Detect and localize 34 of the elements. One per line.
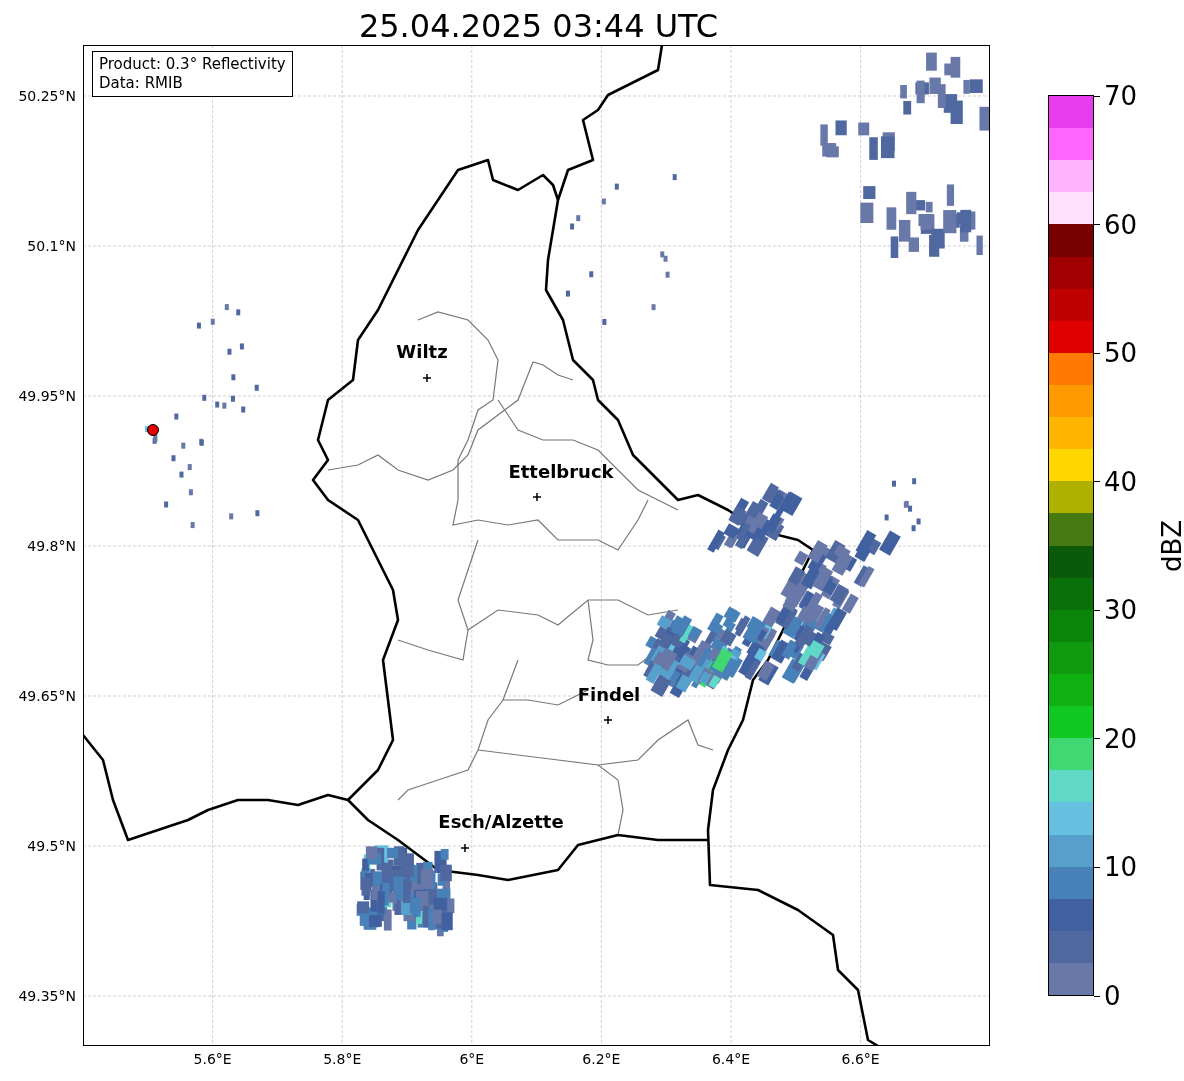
axis-tick-label: 50.1°N bbox=[27, 238, 76, 254]
city-marker-icon bbox=[460, 843, 470, 853]
scale-tick-label: 30 bbox=[1104, 595, 1138, 626]
scale-unit-label: dBZ bbox=[1157, 519, 1184, 572]
axis-tick-label: 6.6°E bbox=[841, 1051, 880, 1067]
axis-tick-label: 49.8°N bbox=[27, 538, 76, 554]
scale-tick-label: 20 bbox=[1104, 723, 1138, 754]
radar-site-icon bbox=[147, 424, 159, 436]
scale-tick-label: 40 bbox=[1104, 466, 1138, 497]
city-marker-icon bbox=[603, 715, 613, 725]
city-label: Findel bbox=[577, 685, 641, 705]
scale-tick-label: 70 bbox=[1104, 81, 1138, 111]
axis-tick-label: 49.65°N bbox=[18, 688, 76, 704]
city-label: Ettelbruck bbox=[508, 462, 614, 482]
scale-tick-label: 50 bbox=[1104, 338, 1138, 369]
city-label: Wiltz bbox=[396, 342, 448, 362]
legend-text: Product: 0.3° Reflectivity bbox=[99, 55, 286, 74]
axis-tick-label: 5.8°E bbox=[323, 1051, 362, 1067]
axis-tick-label: 5.6°E bbox=[193, 1051, 232, 1067]
city-marker-icon bbox=[422, 373, 432, 383]
axis-tick-label: 6.2°E bbox=[582, 1051, 621, 1067]
axis-tick-label: 49.5°N bbox=[27, 838, 76, 854]
axis-tick-label: 6°E bbox=[459, 1051, 485, 1067]
scale-tick-label: 0 bbox=[1104, 981, 1121, 1011]
chart-title: 25.04.2025 03:44 UTC bbox=[357, 6, 720, 45]
scale-tick-label: 60 bbox=[1104, 209, 1138, 240]
legend-text: Data: RMIB bbox=[99, 74, 184, 93]
scale-tick-label: 10 bbox=[1104, 852, 1138, 883]
city-marker-icon bbox=[532, 492, 542, 502]
axis-tick-label: 50.25°N bbox=[18, 88, 76, 104]
axis-tick-label: 49.35°N bbox=[18, 988, 76, 1004]
city-label: Esch/Alzette bbox=[438, 812, 564, 832]
axis-tick-label: 49.95°N bbox=[18, 388, 76, 404]
axis-tick-label: 6.4°E bbox=[711, 1051, 751, 1067]
